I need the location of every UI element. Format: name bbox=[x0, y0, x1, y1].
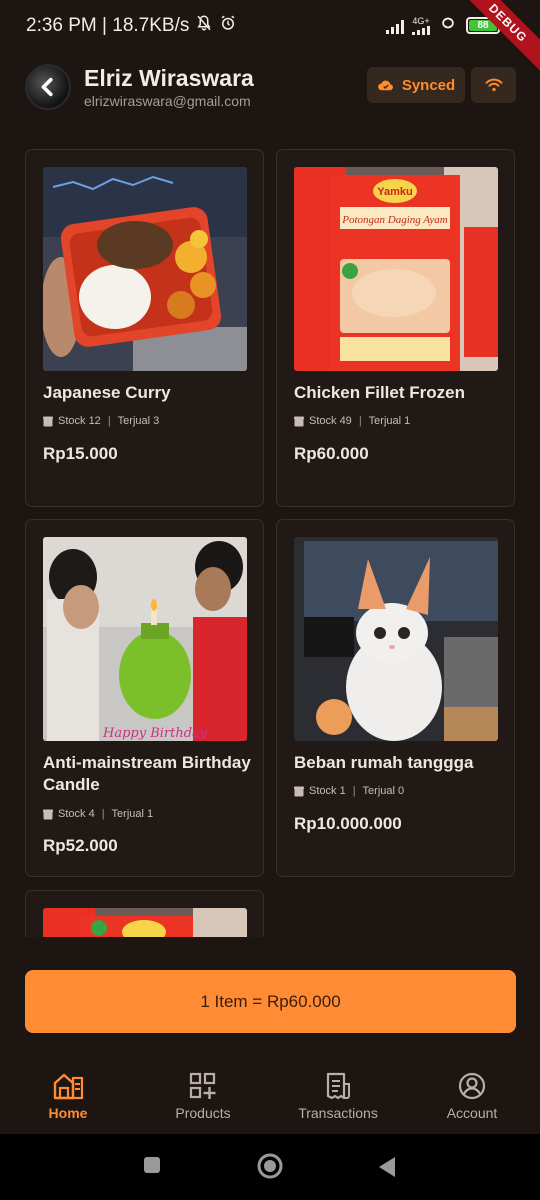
nav-account[interactable]: Account bbox=[412, 1072, 532, 1121]
product-card[interactable]: Beban rumah tanggga Stock 1 | Terjual 0 … bbox=[276, 519, 515, 877]
product-price: Rp52.000 bbox=[43, 836, 118, 855]
hotspot-icon bbox=[438, 14, 458, 37]
product-image: Potongan Daging Ayam Yamku bbox=[294, 167, 498, 371]
circle-icon bbox=[257, 1153, 283, 1179]
back-system-button[interactable] bbox=[377, 1156, 397, 1183]
package-brand: Yamku bbox=[377, 186, 412, 198]
product-sold: Terjual 3 bbox=[117, 415, 160, 427]
bottom-nav: Home Products Transactions Account bbox=[0, 1060, 540, 1134]
product-meta: Stock 1 | Terjual 0 bbox=[294, 785, 404, 797]
meta-divider: | bbox=[101, 808, 105, 820]
add-product-icon bbox=[189, 1072, 216, 1099]
product-image bbox=[43, 908, 247, 937]
receipt-icon bbox=[326, 1072, 350, 1100]
user-name: Elriz Wiraswara bbox=[84, 65, 254, 91]
nav-transactions-label: Transactions bbox=[298, 1105, 378, 1121]
nav-home-label: Home bbox=[48, 1105, 88, 1121]
nav-home[interactable]: Home bbox=[8, 1072, 128, 1121]
triangle-back-icon bbox=[379, 1157, 395, 1177]
recent-apps-button[interactable] bbox=[143, 1156, 161, 1179]
product-price: Rp15.000 bbox=[43, 444, 118, 463]
product-card[interactable] bbox=[25, 890, 264, 937]
product-name: Beban rumah tanggga bbox=[294, 753, 474, 772]
status-left: 2:36 PM | 18.7KB/s bbox=[26, 14, 237, 38]
synced-label: Synced bbox=[401, 76, 456, 94]
signal-icon bbox=[386, 18, 404, 34]
cart-summary-button[interactable]: 1 Item = Rp60.000 bbox=[25, 970, 516, 1033]
alarm-icon bbox=[219, 14, 237, 38]
nav-products-label: Products bbox=[175, 1105, 231, 1121]
nav-products[interactable]: Products bbox=[143, 1072, 263, 1121]
meta-divider: | bbox=[352, 785, 356, 797]
package-text: Potongan Daging Ayam bbox=[341, 214, 448, 226]
product-image: Happy Birthday bbox=[43, 537, 247, 741]
header: Elriz Wiraswara elrizwiraswara@gmail.com… bbox=[0, 56, 540, 120]
square-icon bbox=[144, 1157, 160, 1173]
network-type: 4G+ bbox=[412, 15, 430, 26]
product-price: Rp10.000.000 bbox=[294, 814, 402, 833]
network-indicator: 4G+ bbox=[412, 15, 430, 35]
product-sold: Terjual 0 bbox=[362, 785, 405, 797]
product-price: Rp60.000 bbox=[294, 444, 369, 463]
nav-transactions[interactable]: Transactions bbox=[278, 1072, 398, 1121]
image-caption: Happy Birthday bbox=[102, 726, 208, 741]
synced-button[interactable]: Synced bbox=[367, 67, 465, 103]
cart-summary-label: 1 Item = Rp60.000 bbox=[200, 991, 341, 1011]
product-meta: Stock 4 | Terjual 1 bbox=[43, 808, 153, 820]
product-sold: Terjual 1 bbox=[368, 415, 411, 427]
nav-account-label: Account bbox=[446, 1105, 498, 1121]
product-stock: Stock 12 bbox=[58, 415, 101, 427]
product-card[interactable]: Japanese Curry Stock 12 | Terjual 3 Rp15… bbox=[25, 149, 264, 507]
product-sold: Terjual 1 bbox=[111, 808, 154, 820]
box-icon bbox=[43, 809, 53, 819]
user-email: elrizwiraswara@gmail.com bbox=[84, 93, 251, 109]
system-navigation-bar bbox=[0, 1134, 540, 1200]
status-right: 4G+ 88 bbox=[386, 14, 500, 37]
product-card[interactable]: Happy Birthday Anti-mainstream Birthday … bbox=[25, 519, 264, 877]
product-card[interactable]: Potongan Daging Ayam Yamku Chicken Fille… bbox=[276, 149, 515, 507]
box-icon bbox=[294, 786, 304, 796]
account-icon bbox=[458, 1072, 486, 1100]
product-stock: Stock 4 bbox=[58, 808, 95, 820]
product-name: Anti-mainstream Birthday Candle bbox=[43, 753, 251, 794]
back-button[interactable] bbox=[25, 64, 71, 110]
signal-2-icon bbox=[412, 25, 430, 35]
status-bar: 2:36 PM | 18.7KB/s 4G+ 88 DEBUG bbox=[0, 0, 540, 81]
home-system-button[interactable] bbox=[257, 1153, 283, 1184]
product-image bbox=[43, 167, 247, 371]
product-grid: Japanese Curry Stock 12 | Terjual 3 Rp15… bbox=[0, 149, 540, 937]
notifications-muted-icon bbox=[195, 14, 213, 38]
cloud-done-icon bbox=[377, 80, 393, 91]
store-icon bbox=[53, 1073, 84, 1100]
connection-button[interactable] bbox=[471, 67, 516, 103]
box-icon bbox=[43, 416, 53, 426]
status-time-speed: 2:36 PM | 18.7KB/s bbox=[26, 15, 190, 36]
meta-divider: | bbox=[107, 415, 111, 427]
box-icon bbox=[294, 416, 304, 426]
product-name: Chicken Fillet Frozen bbox=[294, 383, 465, 402]
product-image bbox=[294, 537, 498, 741]
meta-divider: | bbox=[358, 415, 362, 427]
product-name: Japanese Curry bbox=[43, 383, 171, 402]
wifi-icon bbox=[485, 78, 502, 92]
product-meta: Stock 49 | Terjual 1 bbox=[294, 415, 410, 427]
product-stock: Stock 1 bbox=[309, 785, 346, 797]
chevron-left-icon bbox=[41, 77, 53, 97]
product-stock: Stock 49 bbox=[309, 415, 352, 427]
product-meta: Stock 12 | Terjual 3 bbox=[43, 415, 159, 427]
